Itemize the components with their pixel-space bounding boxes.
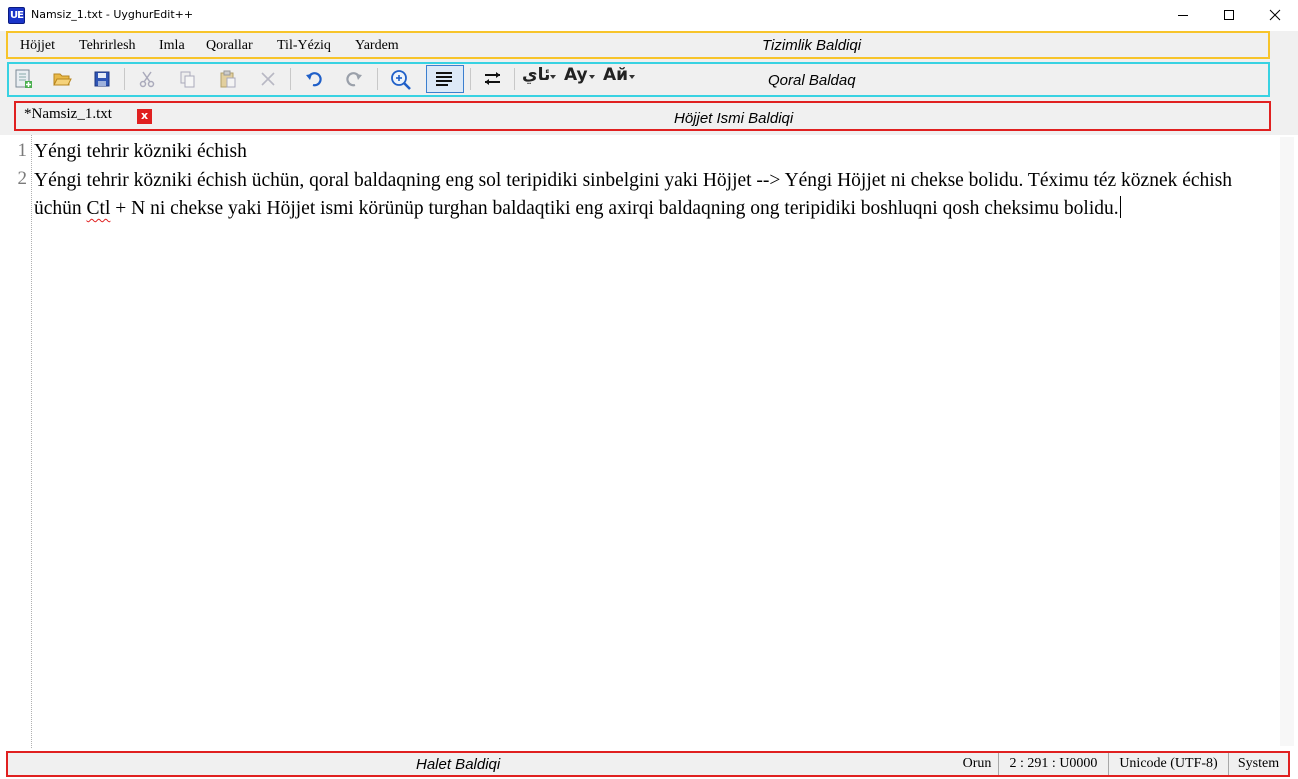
text-segment: + N ni chekse yaki Höjjet ismi körünüp t…	[110, 198, 1119, 219]
zoom-icon	[391, 70, 411, 90]
new-document-icon	[15, 69, 32, 88]
line-number: 1	[17, 140, 28, 161]
close-button[interactable]	[1252, 0, 1298, 31]
vertical-scrollbar[interactable]	[1280, 137, 1294, 746]
text-line: Yéngi tehrir közniki échish	[34, 141, 247, 162]
toolbar-separator	[377, 68, 378, 90]
close-icon	[1269, 9, 1281, 21]
cyrillic-script-dropdown-icon[interactable]	[629, 75, 635, 79]
copy-icon	[180, 71, 195, 88]
tab-close-icon[interactable]: x	[137, 109, 152, 124]
save-icon	[94, 71, 110, 87]
delete-icon	[261, 72, 275, 86]
redo-icon	[346, 72, 362, 87]
title-bar: UE Namsiz_1.txt - UyghurEdit++	[0, 0, 1298, 31]
copy-button[interactable]	[174, 66, 200, 92]
text-content[interactable]: Yéngi tehrir közniki échish Yéngi tehrir…	[34, 138, 1274, 224]
cyrillic-script-button[interactable]: Ай	[603, 65, 628, 85]
minimize-button[interactable]	[1160, 0, 1206, 31]
toolbar-separator	[290, 68, 291, 90]
open-folder-icon	[53, 73, 72, 86]
uyghur-script-dropdown-icon[interactable]	[550, 75, 556, 79]
zoom-button[interactable]	[387, 66, 413, 92]
delete-button[interactable]	[255, 66, 281, 92]
editor-area[interactable]: 1 2 Yéngi tehrir közniki échish Yéngi te…	[0, 135, 1298, 748]
tab-bar-annotation: Höjjet Ismi Baldiqi	[674, 110, 794, 127]
undo-button[interactable]	[301, 66, 327, 92]
latin-script-dropdown-icon[interactable]	[589, 75, 595, 79]
toolbar-separator	[470, 68, 471, 90]
undo-icon	[306, 72, 322, 87]
status-bar: Halet Baldiqi Orun 2 : 291 : U0000 Unico…	[6, 751, 1290, 777]
menu-bar: Höjjet Tehrirlesh Imla Qorallar Til-Yézi…	[6, 31, 1270, 59]
minimize-icon	[1178, 15, 1188, 16]
line-number: 2	[17, 168, 28, 189]
app-logo-icon[interactable]: UE	[8, 7, 25, 24]
menu-item-help[interactable]: Yardem	[355, 38, 399, 54]
maximize-icon	[1224, 10, 1234, 20]
direction-swap-button[interactable]	[479, 66, 505, 92]
redo-button[interactable]	[341, 66, 367, 92]
window-title: Namsiz_1.txt - UyghurEdit++	[31, 8, 194, 21]
direction-swap-icon	[485, 72, 500, 85]
toolbar-separator	[124, 68, 125, 90]
menu-item-file[interactable]: Höjjet	[20, 38, 55, 54]
new-document-button[interactable]	[11, 66, 37, 92]
text-caret	[1119, 196, 1121, 218]
word-wrap-button[interactable]	[426, 65, 464, 93]
text-line: Yéngi tehrir közniki échish üchün, qoral…	[34, 167, 1274, 224]
menu-item-spelling[interactable]: Imla	[159, 38, 185, 54]
document-tab-bar: *Namsiz_1.txt x Höjjet Ismi Baldiqi	[14, 101, 1271, 131]
paste-button[interactable]	[215, 66, 241, 92]
status-position-value: 2 : 291 : U0000	[998, 753, 1108, 775]
toolbar: ئاي Ay Ай Qoral Baldaq	[7, 62, 1270, 97]
cut-icon	[139, 71, 155, 88]
cut-button[interactable]	[134, 66, 160, 92]
menu-item-edit[interactable]: Tehrirlesh	[79, 38, 136, 54]
save-button[interactable]	[89, 66, 115, 92]
line-number-gutter: 1 2	[0, 135, 32, 748]
open-button[interactable]	[49, 66, 75, 92]
uyghur-script-button[interactable]: ئاي	[522, 65, 550, 85]
toolbar-annotation: Qoral Baldaq	[768, 72, 856, 89]
paste-icon	[220, 70, 236, 88]
latin-script-button[interactable]: Ay	[564, 65, 588, 85]
tab-label[interactable]: *Namsiz_1.txt	[24, 106, 112, 123]
toolbar-separator	[514, 68, 515, 90]
menu-item-tools[interactable]: Qorallar	[206, 38, 253, 54]
word-wrap-icon	[436, 72, 452, 86]
status-mode: System	[1228, 753, 1288, 775]
status-position-label: Orun	[962, 756, 992, 771]
menu-item-language[interactable]: Til-Yéziq	[277, 38, 331, 54]
status-bar-annotation: Halet Baldiqi	[416, 756, 501, 773]
menu-bar-annotation: Tizimlik Baldiqi	[762, 37, 862, 54]
spelling-error-word[interactable]: Ctl	[87, 198, 111, 219]
maximize-button[interactable]	[1206, 0, 1252, 31]
status-encoding[interactable]: Unicode (UTF-8)	[1108, 753, 1228, 775]
